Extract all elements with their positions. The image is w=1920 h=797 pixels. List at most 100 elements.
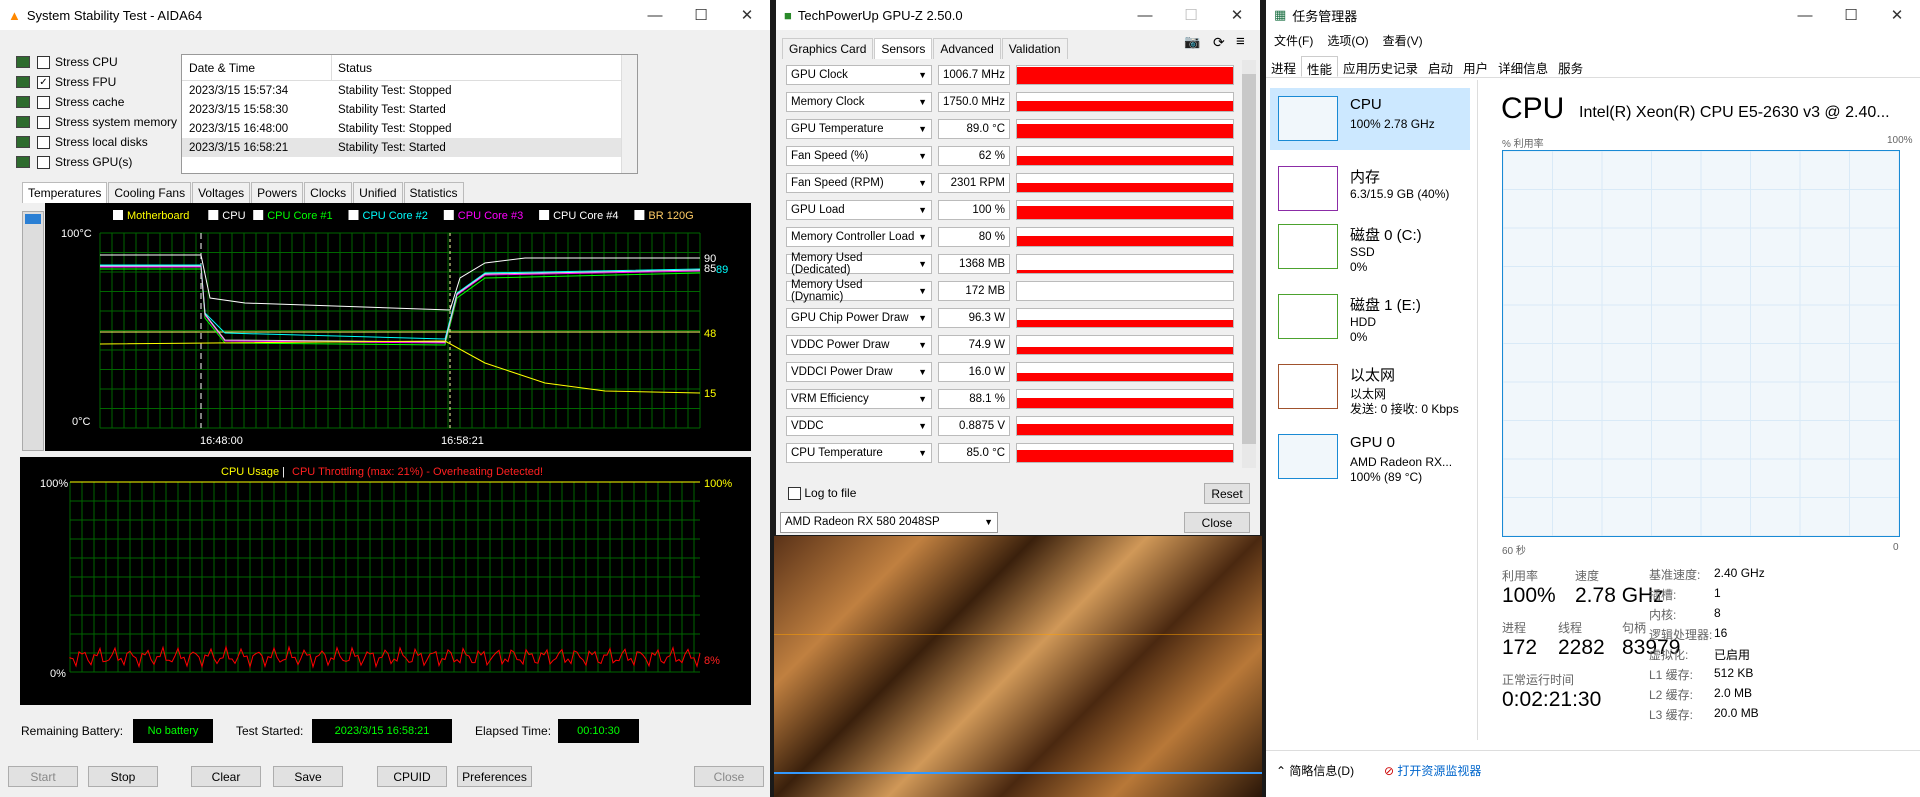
tab-temperatures[interactable]: Temperatures (22, 182, 108, 203)
sensor-name[interactable]: VDDC ▼ (786, 415, 932, 436)
tab-statistics[interactable]: Statistics (403, 182, 464, 203)
tm-tab[interactable]: 进程 (1266, 56, 1301, 77)
tm-tab[interactable]: 用户 (1458, 56, 1493, 77)
perf-item[interactable]: 内存 6.3/15.9 GB (40%) (1270, 158, 1470, 220)
tab-graphics-card[interactable]: Graphics Card (782, 38, 874, 59)
refresh-icon[interactable]: ⟳ (1213, 34, 1225, 51)
tm-tab[interactable]: 详细信息 (1493, 56, 1553, 77)
stress-option[interactable]: Stress system memory (16, 112, 177, 132)
stress-checkbox[interactable] (37, 95, 50, 109)
tab-voltages[interactable]: Voltages (192, 182, 251, 203)
stress-checkbox[interactable] (37, 55, 50, 69)
maximize-button[interactable]: ☐ (1168, 0, 1214, 30)
sensor-name[interactable]: GPU Chip Power Draw ▼ (786, 307, 932, 328)
legend-item[interactable]: CPU Core #3 (443, 210, 523, 222)
log-row[interactable]: 2023/3/15 15:58:30 Stability Test: Starte… (182, 100, 637, 119)
perf-item[interactable]: GPU 0 AMD Radeon RX... 100% (89 °C) (1270, 426, 1470, 488)
resource-monitor-link[interactable]: ⊘ 打开资源监视器 (1384, 762, 1481, 779)
sensor-name[interactable]: Fan Speed (RPM) ▼ (786, 172, 932, 193)
minimize-button[interactable]: — (1122, 0, 1168, 30)
stress-checkbox[interactable] (37, 155, 50, 169)
tab-cooling-fans[interactable]: Cooling Fans (108, 182, 192, 203)
legend-checkbox[interactable] (348, 210, 359, 220)
clear-button[interactable]: Clear (191, 766, 261, 787)
sensor-name[interactable]: Memory Used (Dedicated) ▼ (786, 252, 932, 276)
tm-tab[interactable]: 性能 (1301, 56, 1339, 77)
sensor-name[interactable]: Memory Clock ▼ (786, 91, 932, 112)
sensor-name[interactable]: Fan Speed (%) ▼ (786, 145, 932, 166)
log-row[interactable]: 2023/3/15 16:58:21 Stability Test: Starte… (182, 138, 637, 157)
stress-checkbox[interactable] (37, 135, 50, 149)
legend-item[interactable]: CPU Core #1 (253, 210, 333, 222)
sensor-name[interactable]: GPU Clock ▼ (786, 64, 932, 85)
log-header-status[interactable]: Status (332, 61, 372, 75)
maximize-button[interactable]: ☐ (678, 0, 724, 30)
perf-item[interactable]: 磁盘 0 (C:) SSD 0% (1270, 216, 1470, 278)
start-button[interactable]: Start (8, 766, 78, 787)
menu-item[interactable]: 选项(O) (1327, 32, 1368, 49)
close-button[interactable]: ✕ (1874, 0, 1920, 30)
legend-checkbox[interactable] (443, 210, 454, 220)
stress-option[interactable]: Stress cache (16, 92, 177, 112)
tab-advanced[interactable]: Advanced (933, 38, 1001, 59)
log-header-date[interactable]: Date & Time (182, 55, 332, 80)
perf-item[interactable]: 以太网 以太网 发送: 0 接收: 0 Kbps (1270, 356, 1470, 418)
log-to-file[interactable]: Log to file (788, 486, 856, 501)
legend-checkbox[interactable] (539, 210, 550, 220)
minimize-button[interactable]: — (1782, 0, 1828, 30)
sensor-scroll-thumb[interactable] (1242, 74, 1256, 444)
menu-item[interactable]: 查看(V) (1383, 32, 1423, 49)
perf-item[interactable]: CPU 100% 2.78 GHz (1270, 88, 1470, 150)
sensor-name[interactable]: VDDCI Power Draw ▼ (786, 361, 932, 382)
legend-checkbox[interactable] (113, 210, 123, 220)
close-button[interactable]: ✕ (1214, 0, 1260, 30)
legend-item[interactable]: CPU Core #4 (539, 210, 619, 222)
legend-item[interactable]: CPU Core #2 (348, 210, 428, 222)
maximize-button[interactable]: ☐ (1828, 0, 1874, 30)
stress-option[interactable]: ✓ Stress FPU (16, 72, 177, 92)
sensor-name[interactable]: Memory Controller Load ▼ (786, 226, 932, 247)
legend-checkbox[interactable] (253, 210, 264, 220)
tab-unified[interactable]: Unified (353, 182, 403, 203)
perf-item[interactable]: 磁盘 1 (E:) HDD 0% (1270, 286, 1470, 348)
sensor-name[interactable]: VRM Efficiency ▼ (786, 388, 932, 409)
gpu-select[interactable]: AMD Radeon RX 580 2048SP ▼ (780, 512, 998, 533)
sensor-name[interactable]: GPU Load ▼ (786, 199, 932, 220)
sensor-name[interactable]: VDDC Power Draw ▼ (786, 334, 932, 355)
tab-powers[interactable]: Powers (251, 182, 304, 203)
log-row[interactable]: 2023/3/15 15:57:34 Stability Test: Stoppe… (182, 81, 637, 100)
log-scrollbar[interactable] (621, 55, 637, 173)
legend-item[interactable]: BR 120G (634, 210, 694, 222)
tab-sensors[interactable]: Sensors (874, 38, 933, 59)
tm-tab[interactable]: 服务 (1553, 56, 1588, 77)
stress-checkbox[interactable] (37, 115, 50, 129)
camera-icon[interactable]: 📷 (1184, 34, 1200, 50)
stress-option[interactable]: Stress GPU(s) (16, 152, 177, 172)
legend-checkbox[interactable] (634, 210, 645, 220)
menu-item[interactable]: 文件(F) (1274, 32, 1313, 49)
stress-option[interactable]: Stress CPU (16, 52, 177, 72)
tm-tab[interactable]: 应用历史记录 (1338, 56, 1423, 77)
sensor-name[interactable]: Memory Used (Dynamic) ▼ (786, 279, 932, 303)
reset-button[interactable]: Reset (1204, 483, 1250, 504)
log-checkbox[interactable] (788, 487, 801, 501)
log-row[interactable]: 2023/3/15 16:48:00 Stability Test: Stoppe… (182, 119, 637, 138)
tm-tab[interactable]: 启动 (1423, 56, 1458, 77)
stress-checkbox[interactable]: ✓ (37, 75, 50, 89)
save-button[interactable]: Save (273, 766, 343, 787)
graph-scroll-thumb[interactable] (25, 214, 41, 224)
close-aida-button[interactable]: Close (694, 766, 764, 787)
preferences-button[interactable]: Preferences (457, 766, 532, 787)
tab-clocks[interactable]: Clocks (304, 182, 353, 203)
menu-icon[interactable]: ≡ (1236, 33, 1245, 50)
gpuz-close-button[interactable]: Close (1184, 512, 1250, 533)
sensor-name[interactable]: CPU Temperature ▼ (786, 442, 932, 463)
close-button[interactable]: ✕ (724, 0, 770, 30)
stress-option[interactable]: Stress local disks (16, 132, 177, 152)
stop-button[interactable]: Stop (88, 766, 158, 787)
sensor-name[interactable]: GPU Temperature ▼ (786, 118, 932, 139)
legend-item[interactable]: Motherboard (113, 210, 189, 222)
legend-item[interactable]: CPU (208, 210, 246, 222)
fewer-details-link[interactable]: ⌃ 简略信息(D) (1276, 762, 1354, 779)
minimize-button[interactable]: — (632, 0, 678, 30)
